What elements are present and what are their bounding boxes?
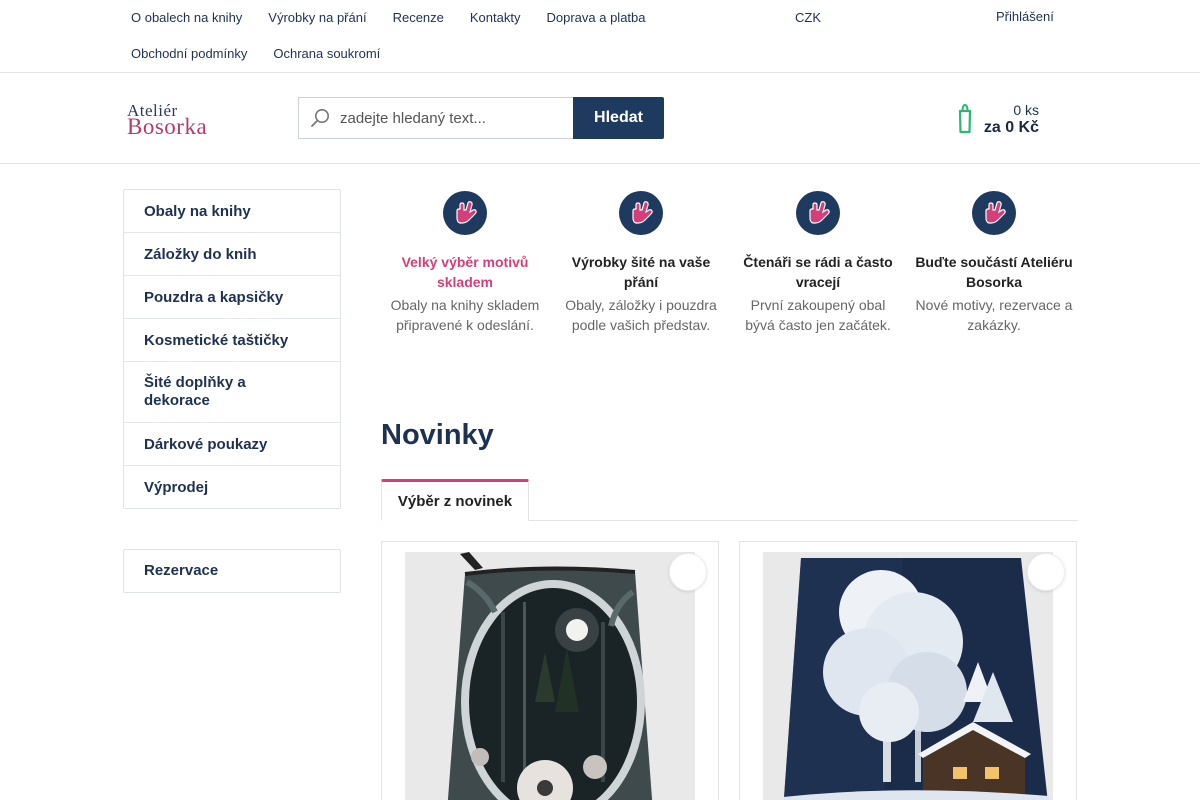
top-link-shipping[interactable]: Doprava a platba <box>533 0 658 36</box>
hand-icon <box>972 191 1016 235</box>
sidebar-item-label: Dárkové poukazy <box>144 435 268 453</box>
search-form: Hledat <box>298 97 664 139</box>
currency-label: CZK <box>795 10 821 25</box>
top-bar: O obalech na knihy Výrobky na přání Rece… <box>0 0 1200 73</box>
benefit-item: Čtenáři se rádi a často vracejí První za… <box>735 191 901 335</box>
benefit-item: Výrobky šité na vaše přání Obaly, záložk… <box>558 191 724 335</box>
benefit-text: Obaly na knihy skladem připravené k odes… <box>390 297 540 333</box>
sidebar-item-bookmarks[interactable]: Záložky do knih <box>124 233 340 276</box>
top-link-terms[interactable]: Obchodní podmínky <box>118 36 260 72</box>
benefit-title: Velký výběr motivů skladem <box>401 254 529 290</box>
benefit-title: Výrobky šité na vaše přání <box>571 254 711 290</box>
logo[interactable]: Ateliér Bosorka <box>127 101 239 139</box>
favorite-heart-icon[interactable] <box>1027 553 1065 591</box>
section-title: Novinky <box>381 419 494 451</box>
hand-icon <box>443 191 487 235</box>
benefit-title: Čtenáři se rádi a často vracejí <box>743 254 893 290</box>
top-link-privacy[interactable]: Ochrana soukromí <box>260 36 393 72</box>
benefit-title: Buďte součástí Ateliéru Bosorka <box>915 254 1073 290</box>
top-link-about[interactable]: O obalech na knihy <box>118 0 255 36</box>
sidebar-item-label: Obaly na knihy <box>144 202 251 220</box>
hand-icon <box>619 191 663 235</box>
favorite-heart-icon[interactable] <box>669 553 707 591</box>
benefit-item: Buďte součástí Ateliéru Bosorka Nové mot… <box>911 191 1077 335</box>
benefit-text: Nové motivy, rezervace a zakázky. <box>915 297 1073 333</box>
sidebar-item-cosmetic-bags[interactable]: Kosmetické taštičky <box>124 319 340 362</box>
top-link-reviews[interactable]: Recenze <box>380 0 457 36</box>
product-card[interactable] <box>381 541 719 800</box>
product-image[interactable] <box>763 552 1053 800</box>
benefit-text: Obaly, záložky i pouzdra podle vašich př… <box>565 297 717 333</box>
sidebar-item-label: Výprodej <box>144 478 209 496</box>
cart-icon <box>958 103 972 134</box>
currency-selector[interactable]: CZK <box>789 10 823 25</box>
tab-new-selection[interactable]: Výběr z novinek <box>381 479 529 521</box>
top-link-contacts[interactable]: Kontakty <box>457 0 534 36</box>
search-icon <box>311 109 329 127</box>
logo-line-2: Bosorka <box>127 114 208 139</box>
top-navigation: O obalech na knihy Výrobky na přání Rece… <box>118 0 678 72</box>
login-link[interactable]: Přihlášení <box>996 9 1054 24</box>
sidebar-item-label: Pouzdra a kapsičky <box>144 288 284 306</box>
product-card[interactable] <box>739 541 1077 800</box>
moonlit-forest-pouch-image <box>405 552 695 800</box>
top-link-custom-products[interactable]: Výrobky na přání <box>255 0 379 36</box>
category-menu: Obaly na knihy Záložky do knih Pouzdra a… <box>123 189 341 509</box>
sidebar-item-gift-vouchers[interactable]: Dárkové poukazy <box>124 423 340 466</box>
sidebar-item-pouches[interactable]: Pouzdra a kapsičky <box>124 276 340 319</box>
sidebar-item-label: Záložky do knih <box>144 245 257 263</box>
search-input[interactable] <box>299 98 573 138</box>
sidebar-item-reservations[interactable]: Rezervace <box>123 549 341 593</box>
account-area: Přihlášení <box>976 9 1054 24</box>
sidebar-item-label: Kosmetické taštičky <box>144 331 289 349</box>
sidebar-item-sale[interactable]: Výprodej <box>124 466 340 508</box>
hand-icon <box>796 191 840 235</box>
sidebar-item-label: Šité doplňky a dekorace <box>144 374 246 409</box>
search-field <box>298 97 573 139</box>
cart-total: za 0 Kč <box>983 119 1039 136</box>
cart-summary[interactable]: 0 ks za 0 Kč <box>957 100 1039 140</box>
site-header: Ateliér Bosorka Hledat 0 ks za 0 Kč <box>0 73 1200 164</box>
sidebar-item-book-covers[interactable]: Obaly na knihy <box>124 190 340 233</box>
cart-count: 0 ks <box>1013 102 1039 118</box>
benefit-item: Velký výběr motivů skladem Obaly na knih… <box>382 191 548 335</box>
benefit-text: První zakoupený obal bývá často jen začá… <box>745 297 891 333</box>
product-image[interactable] <box>405 552 695 800</box>
winter-birch-book-cover-image <box>763 552 1053 800</box>
search-button[interactable]: Hledat <box>573 97 664 139</box>
sidebar-item-sewn-accessories[interactable]: Šité doplňky a dekorace <box>124 362 340 423</box>
